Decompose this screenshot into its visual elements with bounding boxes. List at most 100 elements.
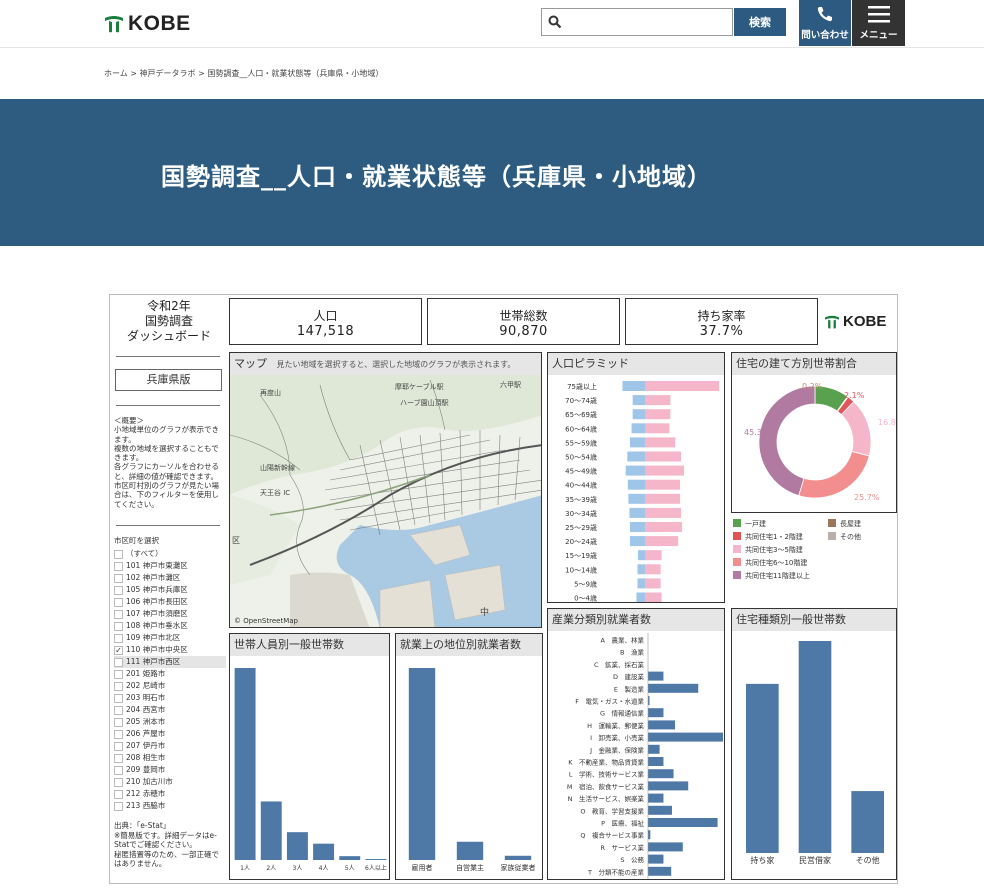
map-title-bar: マップ 見たい地域を選択すると、選択した地域のグラフが表示されます。 [230,353,541,375]
industry-chart[interactable]: A 農業、林業 B 漁業 C 鉱業、採石業 D 建設業 E 製造業 F 電気・ガス・水道業… [548,631,725,880]
industry-bar [648,781,689,791]
filter-item[interactable]: 210 加古川市 [114,776,226,788]
map-label: 山陽新幹線 [260,463,295,472]
pyramid-male-bar [622,381,645,391]
filter-checkbox[interactable] [114,633,123,643]
filter-item[interactable]: 202 尼崎市 [114,680,226,692]
filter-checkbox[interactable] [114,561,123,571]
bar [365,859,387,860]
pyramid-female-bar [645,423,670,434]
dashboard-title-line: 国勢調査 [144,314,193,328]
map-attribution: © OpenStreetMap [234,617,298,625]
filter-item[interactable]: 213 西脇市 [114,800,226,812]
menu-button[interactable]: メニュー [852,0,905,46]
filter-checkbox[interactable] [114,789,123,799]
filter-item[interactable]: 206 芦屋市 [114,728,226,740]
filter-checkbox[interactable] [114,621,123,631]
filter-checkbox[interactable] [114,573,123,583]
search-input[interactable] [542,9,732,35]
employment-status-chart[interactable]: 雇用者 自営業主 家族従業者 [396,656,543,880]
map-label: 区 [232,536,240,545]
filter-item[interactable]: ✓ 110 神戸市中央区 [114,644,226,656]
pyramid-male-bar [627,479,645,490]
filter-checkbox[interactable]: ✓ [114,645,123,655]
household-size-chart[interactable]: 1人 2人 3人 4人 5人 6人以上 [230,656,390,880]
filter-checkbox[interactable] [114,657,123,667]
breadcrumb[interactable]: ホーム > 神戸データラボ > 国勢調査__人口・就業状態等（兵庫県・小地域） [104,68,383,79]
x-tick-label: 民営借家 [799,855,831,865]
contact-button[interactable]: 問い合わせ [799,0,851,46]
filter-checkbox[interactable] [114,717,123,727]
filter-item[interactable]: 101 神戸市東灘区 [114,560,226,572]
filter-checkbox[interactable] [114,705,123,715]
filter-checkbox[interactable] [114,753,123,763]
filter-item-label: 110 神戸市中央区 [126,645,188,654]
map-canvas[interactable]: 摩耶ケーブル駅 六甲駅 ハーブ園山頂駅 再度山 山陽新幹線 天王谷 IC 区 中 [230,375,542,628]
pyramid-male-bar [629,507,645,518]
kpi-households: 世帯総数 90,870 [427,298,620,345]
housing-tenure-title: 住宅種類別一般世帯数 [732,609,896,631]
housing-tenure-chart[interactable]: 持ち家 民営借家 その他 [732,631,897,880]
legend-swatch [733,571,741,579]
filter-checkbox[interactable] [114,597,123,607]
filter-list: （すべて） 101 神戸市東灘区 102 神戸市灘区 105 神戸市兵庫区 106 神戸… [114,548,226,812]
legend-swatch [733,532,741,540]
search-button[interactable]: 検索 [734,8,786,36]
filter-item[interactable]: 201 姫路市 [114,668,226,680]
x-tick-label: その他 [856,855,880,865]
dashboard-title-line: 令和2年 [147,299,191,313]
filter-checkbox[interactable] [114,669,123,679]
industry-bar [648,708,664,718]
kpi-label: 世帯総数 [499,309,548,323]
legend-label: 共同住宅1・2階建 [745,532,803,541]
filter-checkbox[interactable] [114,729,123,739]
filter-item[interactable]: 205 洲本市 [114,716,226,728]
filter-item[interactable]: 106 神戸市長田区 [114,596,226,608]
filter-item[interactable]: 209 豊岡市 [114,764,226,776]
kpi-homeownership: 持ち家率 37.7% [625,298,818,345]
filter-item[interactable]: 105 神戸市兵庫区 [114,584,226,596]
filter-item[interactable]: 109 神戸市北区 [114,632,226,644]
filter-checkbox[interactable] [114,609,123,619]
housing-type-donut-chart[interactable]: 0.2% 2.1% 16.8% 25.7% 45.3% [732,375,897,513]
filter-item[interactable]: 204 西宮市 [114,704,226,716]
filter-item[interactable]: 107 神戸市須磨区 [114,608,226,620]
bar [313,843,335,860]
housing-type-title: 住宅の建て方別世帯割合 [732,353,896,375]
kobe-logo[interactable]: KOBE [104,12,191,36]
filter-checkbox[interactable] [114,801,123,811]
industry-bar [648,720,676,730]
pyramid-male-bar [632,395,645,406]
kpi-value: 147,518 [296,324,355,339]
filter-checkbox[interactable] [114,693,123,703]
filter-item[interactable]: 108 神戸市垂水区 [114,620,226,632]
filter-item[interactable]: 102 神戸市灘区 [114,572,226,584]
pyramid-age-label: 40～44歳 [565,481,597,490]
filter-checkbox[interactable] [114,741,123,751]
dashboard-kobe-logo: KOBE [824,313,886,330]
dashboard-title: 令和2年 国勢調査 ダッシュボード [110,299,228,344]
filter-item[interactable]: 203 明石市 [114,692,226,704]
filter-item[interactable]: （すべて） [114,548,226,560]
donut-slice [798,450,870,499]
hamburger-icon [867,6,890,23]
filter-item[interactable]: 212 赤穂市 [114,788,226,800]
map-label: 摩耶ケーブル駅 [395,382,444,391]
source-text: 出典：「e-Stat」 ※簡易版です。詳細データはe-Statでご確認ください。… [114,821,219,868]
filter-item[interactable]: 208 相生市 [114,752,226,764]
filter-checkbox[interactable] [114,777,123,787]
pyramid-female-bar [645,451,682,462]
filter-checkbox[interactable] [114,681,123,691]
filter-item[interactable]: 207 伊丹市 [114,740,226,752]
filter-checkbox[interactable] [114,549,123,559]
bar [260,801,282,860]
filter-checkbox[interactable] [114,585,123,595]
filter-item[interactable]: 111 神戸市西区 [114,656,226,668]
filter-item-label: 208 相生市 [126,753,166,762]
filter-checkbox[interactable] [114,765,123,775]
population-pyramid-chart[interactable]: 75歳以上 70～74歳 65～69歳 60～64歳 55～59歳 50～54歳 45～49… [548,375,725,603]
pyramid-age-label: 50～54歳 [565,453,597,462]
search-box [541,8,733,36]
prefecture-button[interactable]: 兵庫県版 [115,369,222,391]
pyramid-male-bar [629,522,645,532]
